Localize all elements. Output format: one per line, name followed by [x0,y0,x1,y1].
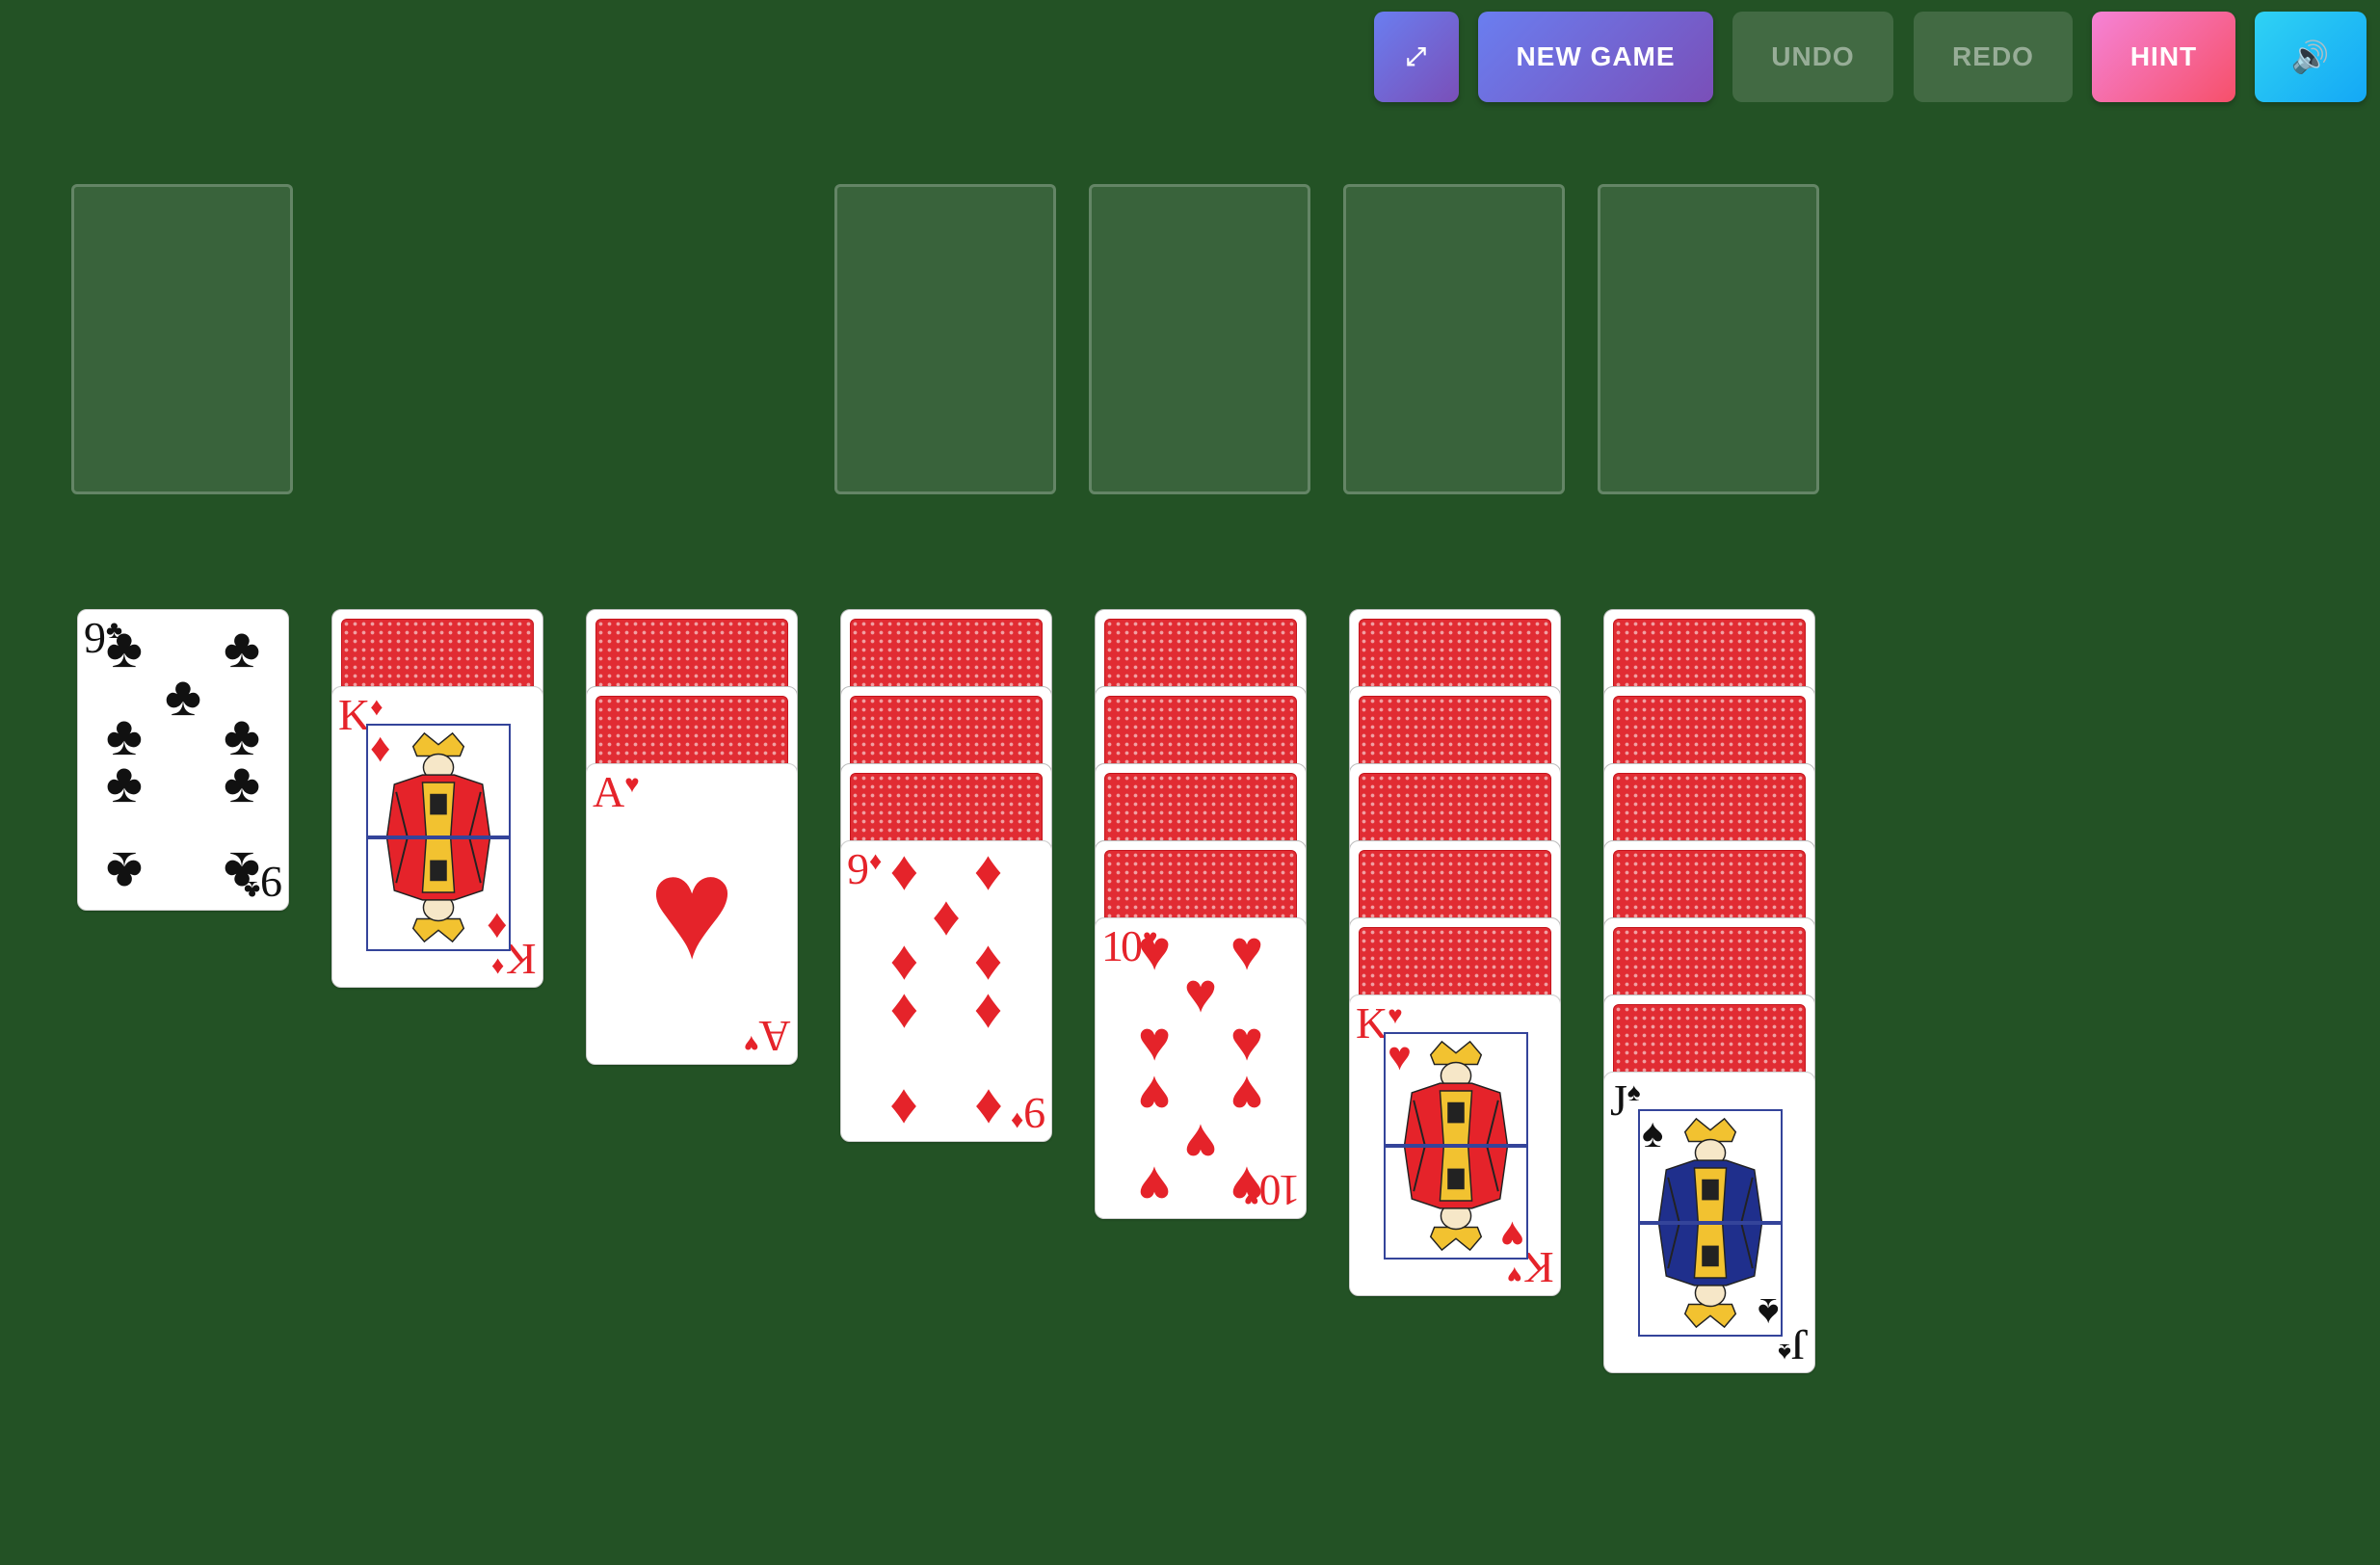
card-pip-icon: ♦ [889,1076,919,1140]
card-rank: A [761,1012,791,1061]
card-pip-icon: ♥ [1230,1064,1264,1127]
card-corner-index: A ♥ [744,1012,791,1061]
card-corner-index: 9 ♦ [1010,1089,1045,1138]
card-rank: K [1356,998,1388,1048]
card-rank: 9 [263,858,282,907]
court-card-illustration: ♦ ♦ [366,724,511,951]
toolbar: ⤢ NEW GAME UNDO REDO HINT 🔊 [0,0,2380,106]
playing-card[interactable]: K ♦ K ♦ ♦ ♦ [331,686,543,988]
card-pip-icon: ♣ [164,665,202,729]
card-suit-icon: ♥ [744,1030,759,1058]
card-pip-icon: ♣ [105,752,143,815]
court-suit-icon: ♠ [1757,1290,1779,1336]
card-pip-icon: ♦ [973,840,1003,903]
foundation-slot-2[interactable] [1089,184,1310,494]
card-rank: J [1794,1320,1809,1369]
card-corner-index: A ♥ [593,770,640,814]
card-suit-icon: ♦ [491,953,505,981]
card-pip-icon: ♥ [1230,1154,1264,1217]
card-suit-icon: ♠ [1778,1339,1792,1366]
card-pip-icon: ♥ [1137,1154,1172,1217]
playing-card[interactable]: 9 ♣ 9 ♣ ♣ ♣ ♣ ♣ ♣ ♣ ♣ ♣ ♣ [77,609,289,911]
playing-card[interactable]: J ♠ J ♠ ♠ ♠ [1603,1072,1815,1373]
card-suit-icon: ♠ [1626,1078,1641,1106]
card-suit-icon: ♦ [1010,1107,1023,1135]
court-card-illustration: ♠ ♠ [1638,1109,1783,1337]
card-suit-icon: ♦ [869,847,883,875]
foundation-slot-4[interactable] [1598,184,1819,494]
card-rank: 10 [1261,1166,1300,1215]
card-suit-icon: ♥ [1388,1001,1403,1029]
stock-pile-slot[interactable] [71,184,293,494]
playing-card[interactable]: A ♥ A ♥ ♥ [586,763,798,1065]
card-pip-icon: ♣ [224,617,261,680]
card-suit-icon: ♥ [624,770,640,798]
card-pip-icon: ♦ [889,977,919,1041]
court-card-illustration: ♥ ♥ [1384,1032,1528,1260]
playing-card[interactable]: K ♥ K ♥ ♥ ♥ [1349,995,1561,1296]
card-rank: 9 [847,844,869,893]
card-pip-icon: ♦ [932,884,961,947]
redo-button[interactable]: REDO [1914,12,2073,102]
card-rank: J [1610,1075,1627,1125]
court-suit-icon: ♦ [486,905,507,950]
card-rank: A [593,767,624,816]
hint-button[interactable]: HINT [2092,12,2235,102]
court-suit-icon: ♥ [1388,1033,1412,1078]
playing-card[interactable]: 9 ♦ 9 ♦ ♦ ♦ ♦ ♦ ♦ ♦ ♦ ♦ ♦ [840,840,1052,1142]
court-suit-icon: ♥ [1500,1213,1524,1259]
card-pip-icon: ♦ [973,977,1003,1041]
sound-button[interactable]: 🔊 [2255,12,2367,102]
card-suit-icon: ♦ [370,693,383,721]
card-pip-icon: ♥ [1137,919,1172,983]
card-rank: K [1524,1243,1554,1292]
card-pip-icon: ♣ [224,752,261,815]
card-pip-icon: ♥ [1230,919,1264,983]
card-pip-icon: ♦ [889,840,919,903]
card-corner-index: J ♠ [1778,1320,1809,1369]
card-pip-icon: ♥ [1183,961,1218,1024]
card-rank: 10 [1101,921,1143,970]
card-pip-icon: ♦ [973,1076,1003,1140]
card-pip-icon: ♥ [1137,1009,1172,1073]
court-suit-icon: ♦ [370,725,391,770]
card-rank: 9 [1026,1089,1045,1138]
card-suit-icon: ♥ [1507,1261,1522,1289]
fullscreen-button[interactable]: ⤢ [1374,12,1459,102]
card-rank: K [507,935,537,984]
foundation-slot-1[interactable] [834,184,1056,494]
card-rank: 9 [84,613,106,662]
card-rank: K [338,690,370,739]
card-pip-icon: ♥ [1137,1064,1172,1127]
card-pip-icon: ♣ [224,839,261,903]
card-corner-index: 9 ♦ [847,847,882,891]
card-pip-icon: ♣ [105,617,143,680]
foundation-slot-3[interactable] [1343,184,1565,494]
card-corner-index: J ♠ [1610,1078,1641,1123]
new-game-button[interactable]: NEW GAME [1478,12,1713,102]
card-pip-icon: ♥ [1183,1112,1218,1176]
playing-card[interactable]: 10 ♥ 10 ♥ ♥ ♥ ♥ ♥ ♥ ♥ ♥ ♥ ♥ ♥ [1095,917,1307,1219]
court-suit-icon: ♠ [1642,1110,1664,1155]
card-pip-icon: ♥ [648,827,735,990]
card-pip-icon: ♣ [105,839,143,903]
undo-button[interactable]: UNDO [1732,12,1893,102]
card-pip-icon: ♥ [1230,1009,1264,1073]
